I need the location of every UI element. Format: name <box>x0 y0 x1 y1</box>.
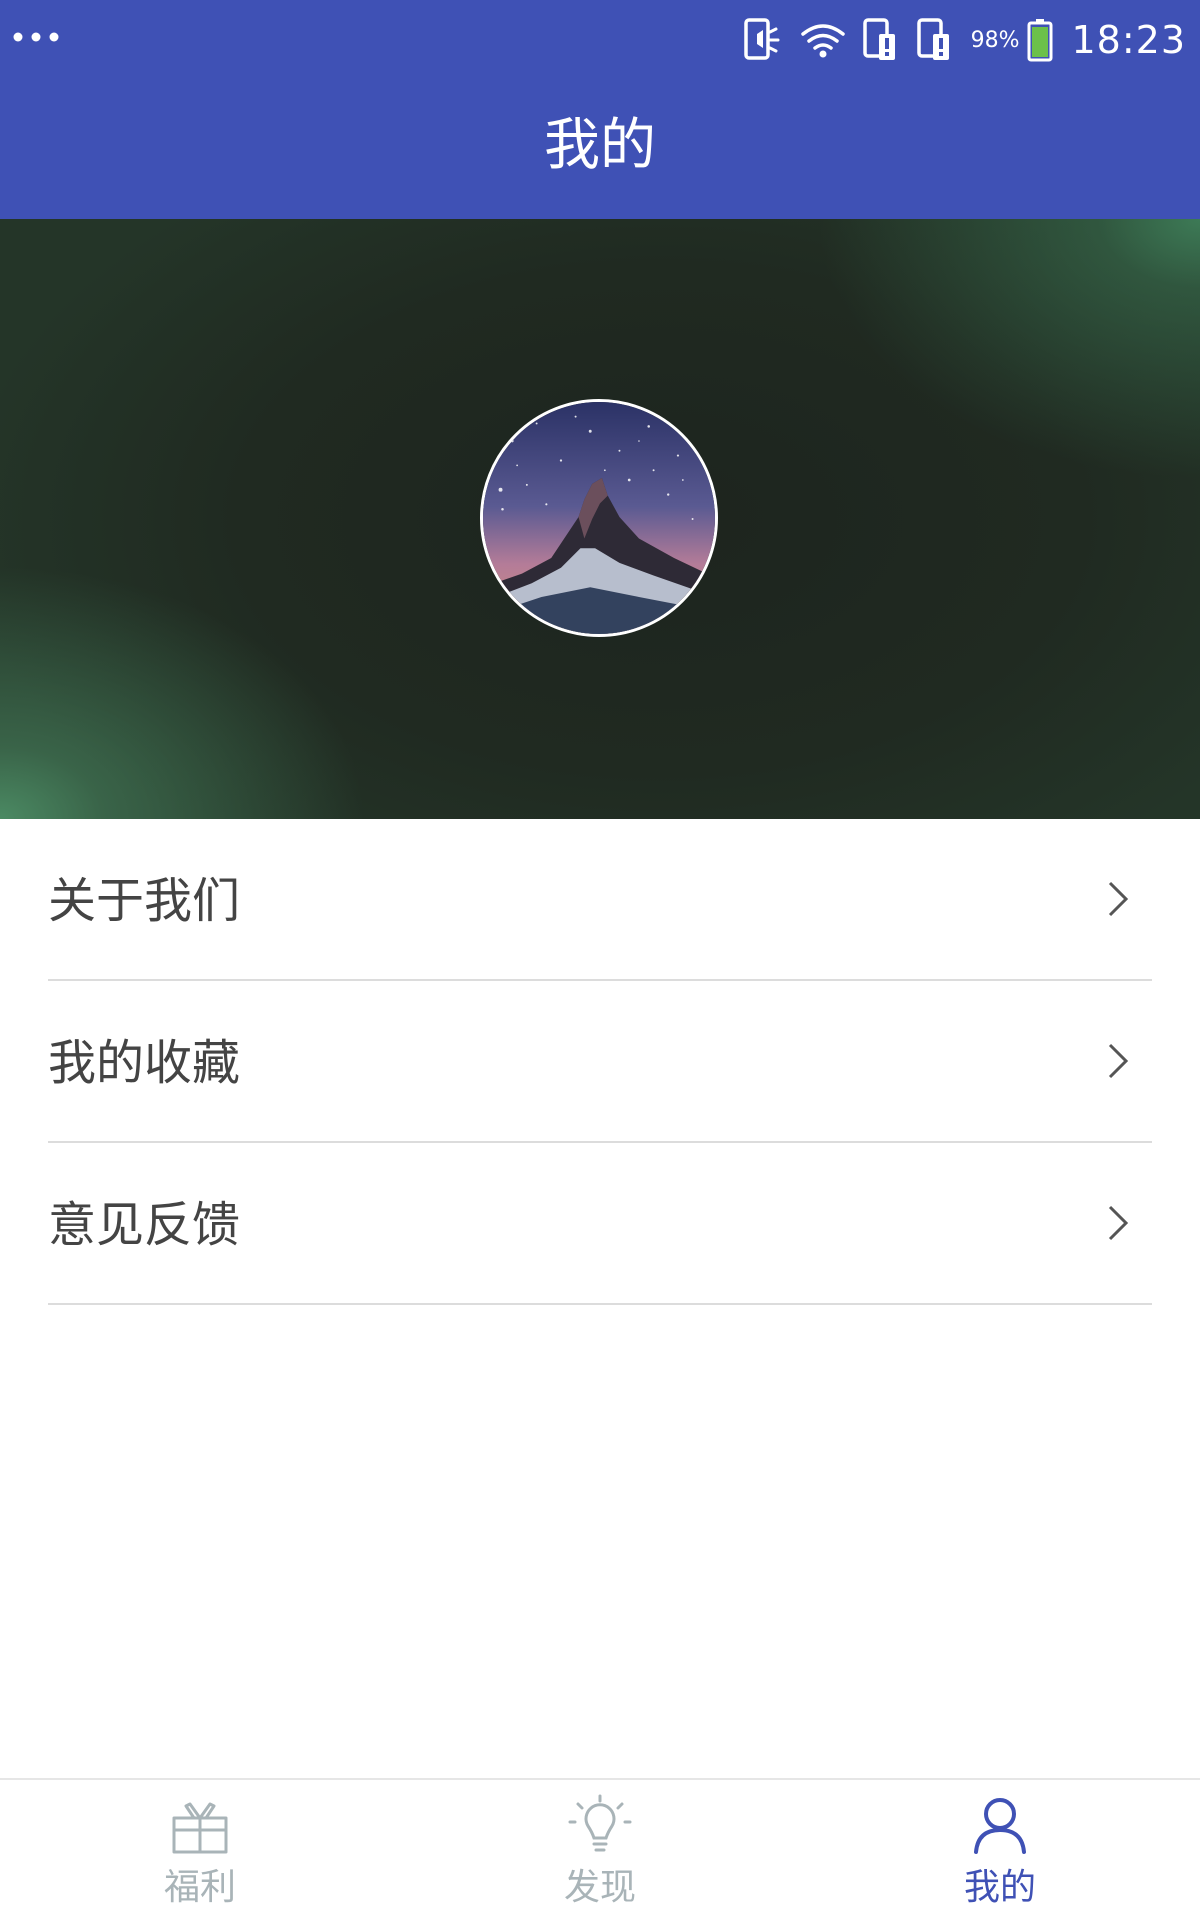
lightbulb-icon <box>568 1794 632 1852</box>
menu-item-my-favorites[interactable]: 我的收藏 <box>48 981 1152 1143</box>
nav-tab-discover[interactable]: 发现 <box>400 1780 800 1920</box>
chevron-right-icon <box>1108 881 1129 917</box>
battery-icon <box>1027 19 1053 62</box>
app-bar: 98% 18:23 我的 <box>0 0 1200 219</box>
chevron-right-icon <box>1108 1043 1129 1079</box>
vibrate-mode-icon <box>743 18 780 60</box>
menu-item-label: 意见反馈 <box>48 1197 241 1253</box>
sim-alert-icon <box>862 18 895 60</box>
status-time: 18:23 <box>1071 18 1186 62</box>
menu-item-label: 关于我们 <box>48 873 241 929</box>
battery-percent: 98% <box>970 27 1020 53</box>
menu-item-feedback[interactable]: 意见反馈 <box>48 1143 1152 1305</box>
menu-item-label: 我的收藏 <box>48 1035 241 1091</box>
menu-item-about-us[interactable]: 关于我们 <box>48 819 1152 981</box>
nav-tab-label: 发现 <box>563 1867 636 1908</box>
avatar[interactable] <box>480 399 718 637</box>
sim-alert-icon <box>916 18 949 60</box>
nav-tab-mine[interactable]: 我的 <box>800 1780 1200 1920</box>
status-bar: 98% 18:23 <box>0 0 1200 78</box>
user-icon <box>974 1798 1026 1854</box>
status-icons: 98% 18:23 <box>743 14 1186 66</box>
gift-icon <box>172 1802 228 1854</box>
nav-tab-welfare[interactable]: 福利 <box>0 1780 400 1920</box>
profile-menu: 关于我们 我的收藏 意见反馈 <box>48 819 1152 1305</box>
profile-screen: 98% 18:23 我的 关于我们 我的收藏 意见反馈 福利 发现 我的 <box>0 0 1200 1920</box>
page-title: 我的 <box>544 113 656 178</box>
wifi-icon <box>800 24 845 58</box>
bottom-nav: 福利 发现 我的 <box>0 1778 1200 1920</box>
chevron-right-icon <box>1108 1205 1129 1241</box>
nav-tab-label: 我的 <box>963 1867 1036 1908</box>
nav-tab-label: 福利 <box>163 1867 236 1908</box>
profile-header-background <box>0 219 1200 819</box>
more-dots-icon[interactable] <box>12 30 60 44</box>
